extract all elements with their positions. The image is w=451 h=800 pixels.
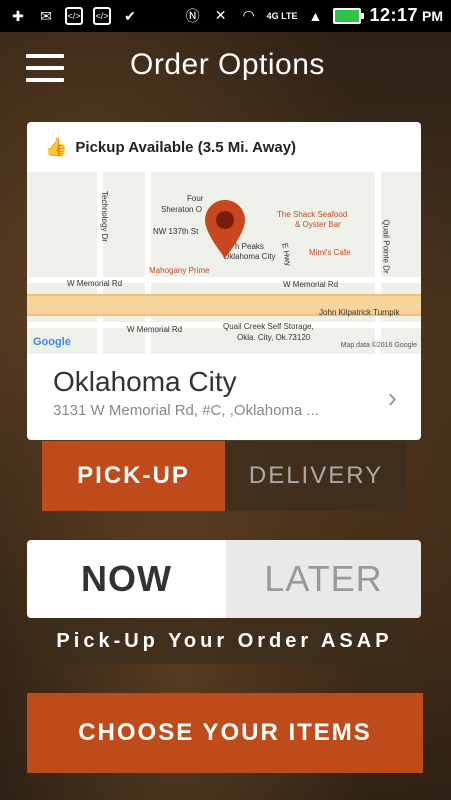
map-attribution: Map data ©2016 Google: [340, 342, 417, 349]
choose-items-button[interactable]: CHOOSE YOUR ITEMS: [27, 693, 423, 773]
map-label: & Oyster Bar: [295, 220, 341, 229]
map-label: W Memorial Rd: [283, 280, 339, 289]
thumbs-up-icon: 👍: [45, 136, 68, 157]
nfc-icon: Ⓝ: [185, 7, 200, 24]
map-label: Mahogany Prime: [149, 266, 210, 275]
map-label: Mimi's Cafe: [309, 248, 351, 257]
map-label: Quail Creek Self Storage,: [223, 322, 314, 331]
map-label: W Memorial Rd: [127, 325, 183, 334]
status-bar: ✚ ✉ </> </> ✔ Ⓝ ✕ ◠ 4G LTE ▲ 12:17 PM: [0, 0, 451, 32]
page-title: Order Options: [130, 48, 325, 81]
wifi-icon: ◠: [242, 7, 255, 23]
code-icon: </>: [92, 6, 112, 26]
check-icon: ✔: [124, 7, 136, 24]
store-address: 3131 W Memorial Rd, #C, ,Oklahoma ...: [53, 402, 319, 419]
chevron-right-icon: ›: [387, 382, 397, 413]
map-label: Technology Dr: [100, 190, 110, 243]
mail-icon: ✉: [40, 7, 52, 24]
clock-time: 12:17: [369, 5, 418, 25]
app-header: Order Options: [0, 32, 451, 107]
later-button[interactable]: LATER: [226, 540, 421, 618]
map-label: NW 137th St: [153, 227, 199, 236]
pickup-availability-label: Pickup Available (3.5 Mi. Away): [75, 138, 297, 156]
code-icon: </>: [64, 6, 84, 26]
availability-header: 👍 Pickup Available (3.5 Mi. Away): [27, 122, 421, 172]
map-label: Okla. City, Ok.73120: [237, 333, 311, 342]
order-time-toggle: NOW LATER: [27, 540, 421, 618]
map-label: Sheraton O: [161, 205, 202, 214]
mute-icon: ✕: [214, 7, 227, 23]
battery-icon: [333, 7, 365, 24]
map-pin-icon: [205, 200, 245, 258]
city-name: Oklahoma City: [53, 366, 237, 397]
hamburger-menu-icon[interactable]: [26, 54, 64, 82]
map-label: Quail Pointe Dr: [381, 219, 391, 274]
map-label: John Kilpatrick Turnpik: [319, 308, 400, 317]
map-label: Four: [187, 194, 204, 203]
clock-ampm: PM: [422, 7, 443, 24]
map-canvas[interactable]: Technology Dr Four Sheraton O NW 137th S…: [27, 172, 421, 354]
now-button[interactable]: NOW: [27, 540, 226, 618]
location-card: 👍 Pickup Available (3.5 Mi. Away) Techno…: [27, 122, 421, 440]
signal-icon: ▲: [308, 7, 323, 24]
pickup-button[interactable]: PICK-UP: [42, 441, 225, 511]
map-label: The Shack Seafood: [277, 210, 348, 219]
delivery-button[interactable]: DELIVERY: [225, 441, 407, 511]
order-mode-toggle: PICK-UP DELIVERY: [42, 441, 407, 511]
timing-message: Pick-Up Your Order ASAP: [42, 618, 407, 664]
network-label: 4G LTE: [266, 10, 298, 21]
map-label: E Hwy: [280, 242, 294, 267]
plus-icon: ✚: [12, 7, 24, 24]
google-logo: Google: [33, 336, 71, 348]
location-selector[interactable]: Oklahoma City 3131 W Memorial Rd, #C, ,O…: [27, 354, 421, 440]
map-label: W Memorial Rd: [67, 279, 123, 288]
